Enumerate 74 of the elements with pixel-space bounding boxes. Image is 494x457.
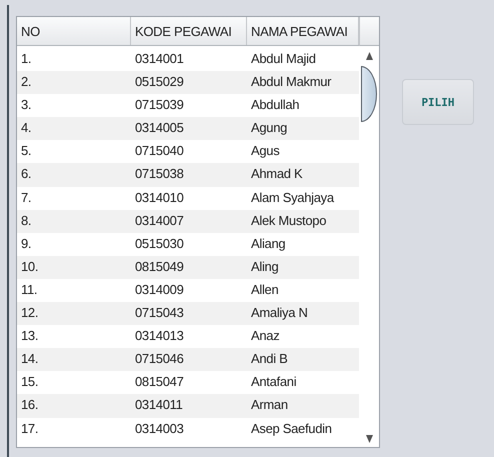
table-row[interactable]: 14. 0715046 Andi B (17, 348, 359, 372)
table-cell-text: Allen (250, 280, 280, 299)
table-cell-text: 0314009 (134, 280, 185, 299)
table-cell-text: 4. (20, 119, 32, 138)
table-cell-text: 0314003 (134, 420, 185, 438)
table-cell-text: 0715043 (134, 304, 185, 322)
table-row[interactable]: 12. 0715043 Amaliya N (17, 302, 359, 326)
table-cell-text: 0314005 (134, 119, 185, 138)
table-cell-text: 0815047 (134, 373, 185, 392)
table-cell-text: Amaliya N (250, 304, 309, 322)
column-header[interactable]: NO (17, 17, 131, 45)
table-cell-text: Agung (250, 119, 288, 138)
table-cell-text: 0515029 (134, 73, 185, 92)
table-cell-text: 0515030 (134, 234, 185, 253)
column-header[interactable]: KODE PEGAWAI (131, 17, 247, 45)
table-row[interactable]: 2. 0515029 Abdul Makmur (17, 71, 359, 94)
table-row[interactable]: 5. 0715040 Agus (17, 140, 359, 164)
table-row[interactable]: 7. 0314010 Alam Syahjaya (17, 186, 359, 210)
table-cell-text: Arman (250, 396, 289, 414)
table-cell-text: 14. (20, 350, 40, 368)
table-cell-text: 0715038 (134, 165, 185, 184)
table-row[interactable]: 16. 0314011 Arman (17, 394, 359, 418)
table-cell-text: 0314001 (134, 50, 185, 68)
table-cell-text: Aliang (250, 234, 286, 253)
table-cell-text: Alam Syahjaya (250, 188, 336, 207)
table-cell-text: Alek Mustopo (250, 212, 328, 230)
scroll-up-icon[interactable] (366, 52, 372, 60)
table-cell-text: 6. (20, 165, 32, 184)
table-cell-text: Abdul Majid (250, 50, 317, 68)
table-cell-text: 1. (20, 50, 32, 68)
table-cell-text: 0715040 (134, 142, 185, 160)
table-cell-text: 0314010 (134, 188, 185, 207)
table-row[interactable]: 1. 0314001 Abdul Majid (17, 48, 359, 72)
table-cell-text: Agus (250, 142, 280, 160)
table-cell-text: Andi B (250, 350, 289, 368)
table-cell-text: 13. (20, 327, 40, 346)
table-cell-text: 17. (20, 420, 40, 438)
table-cell-text: 8. (20, 212, 32, 230)
table-cell-text: 0314011 (134, 396, 184, 414)
scroll-thumb[interactable] (361, 66, 377, 122)
table-cell-text: Asep Saefudin (250, 420, 333, 438)
table-cell-text: 3. (20, 96, 32, 114)
table-cell-text: Ahmad K (250, 165, 304, 184)
table-row[interactable]: 9. 0515030 Aliang (17, 232, 359, 256)
table-row[interactable]: 10. 0815049 Aling (17, 256, 359, 279)
table-row[interactable]: 17. 0314003 Asep Saefudin (17, 418, 359, 441)
table-row[interactable]: 15. 0815047 Antafani (17, 371, 359, 394)
table-cell-text: 11. (20, 280, 38, 299)
table-cell-text: Antafani (250, 373, 298, 392)
table-cell-text: 0715039 (134, 96, 185, 114)
table-row[interactable]: 8. 0314007 Alek Mustopo (17, 210, 359, 233)
table-cell-text: 0314007 (134, 212, 185, 230)
table-row[interactable]: 3. 0715039 Abdullah (17, 94, 359, 118)
table-cell-text: 16. (20, 396, 40, 414)
table-row[interactable]: 6. 0715038 Ahmad K (17, 163, 359, 187)
table-cell-text: Abdul Makmur (250, 73, 332, 92)
table-cell-text: 0815049 (134, 258, 185, 276)
table-cell-text: 0314013 (134, 327, 185, 346)
table-row[interactable]: 13. 0314013 Anaz (17, 325, 359, 348)
table-row[interactable]: 4. 0314005 Agung (17, 117, 359, 140)
table-cell-text: 0715046 (134, 350, 185, 368)
table-cell-text: Aling (250, 258, 280, 276)
pilih-button[interactable]: PILIH (402, 79, 474, 125)
table-cell-text: 12. (20, 304, 40, 322)
table-cell-text: Abdullah (250, 96, 300, 114)
table-cell-text: 9. (20, 234, 32, 253)
table-cell-text: Anaz (250, 327, 280, 346)
table-cell-text: 15. (20, 373, 40, 392)
scroll-down-icon[interactable] (366, 435, 372, 443)
table-cell-text: 10. (20, 258, 40, 276)
table-cell-text: 2. (20, 73, 32, 92)
table-cell-text: 5. (20, 142, 32, 160)
table-row[interactable]: 11. 0314009 Allen (17, 278, 359, 302)
table-cell-text: 7. (20, 188, 32, 207)
